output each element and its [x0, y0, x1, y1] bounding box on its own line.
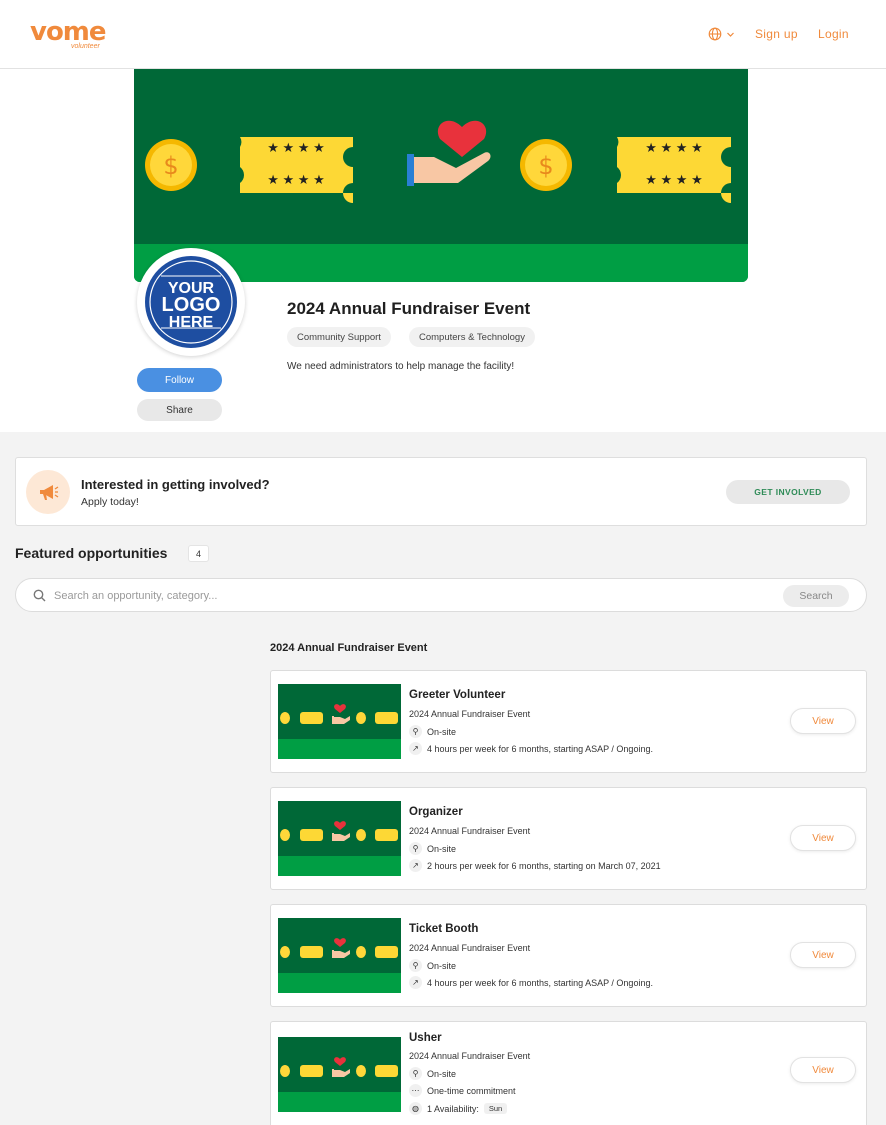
view-button[interactable]: View	[790, 825, 856, 851]
schedule-text: 4 hours per week for 6 months, starting …	[427, 743, 653, 754]
opportunity-thumbnail	[278, 684, 401, 759]
ticket-icon: ★ ★ ★ ★ ★ ★ ★ ★	[240, 137, 353, 203]
share-button[interactable]: Share	[137, 399, 222, 421]
svg-text:★ ★ ★ ★: ★ ★ ★ ★	[645, 172, 702, 187]
opportunity-title[interactable]: Usher	[409, 1032, 442, 1044]
location-pin-icon: ⚲	[409, 1067, 422, 1080]
top-navbar: vome volunteer Sign up Login	[0, 0, 886, 69]
location-text: On-site	[427, 843, 457, 854]
view-button[interactable]: View	[790, 942, 856, 968]
opportunity-title[interactable]: Ticket Booth	[409, 923, 478, 935]
cta-subtitle: Apply today!	[81, 496, 139, 508]
opportunity-count-badge: 4	[188, 545, 209, 562]
event-title: 2024 Annual Fundraiser Event	[287, 299, 531, 318]
coin-icon: $	[520, 139, 572, 191]
trend-icon: ↗	[409, 742, 422, 755]
location-text: On-site	[427, 726, 457, 737]
opportunity-org: 2024 Annual Fundraiser Event	[409, 1051, 531, 1061]
logo-line: HERE	[169, 314, 214, 331]
schedule-text: 4 hours per week for 6 months, starting …	[427, 977, 653, 988]
logo-placeholder-image: YOUR LOGO HERE	[145, 256, 237, 348]
trend-icon: ↗	[409, 976, 422, 989]
trend-icon: ↗	[409, 859, 422, 872]
logo-line: LOGO	[162, 294, 221, 316]
opportunity-title[interactable]: Greeter Volunteer	[409, 689, 505, 701]
follow-button[interactable]: Follow	[137, 368, 222, 392]
view-button[interactable]: View	[790, 1057, 856, 1083]
svg-text:★ ★ ★ ★: ★ ★ ★ ★	[267, 172, 324, 187]
opportunity-thumbnail	[278, 801, 401, 876]
logo-subtext: volunteer	[71, 43, 100, 50]
language-selector[interactable]	[708, 27, 735, 41]
svg-text:$: $	[163, 152, 178, 180]
search-input[interactable]	[54, 586, 754, 606]
ticket-icon: ★ ★ ★ ★ ★ ★ ★ ★	[617, 137, 731, 203]
coin-icon: $	[145, 139, 197, 191]
opportunity-card[interactable]: Organizer 2024 Annual Fundraiser Event ⚲…	[270, 787, 867, 890]
opportunity-org: 2024 Annual Fundraiser Event	[409, 709, 531, 719]
banner-illustration: $ ★ ★ ★ ★ ★ ★ ★ ★ $ ★ ★ ★ ★ ★ ★ ★ ★	[145, 120, 731, 203]
category-tag[interactable]: Computers & Technology	[409, 327, 535, 347]
opportunity-thumbnail	[278, 918, 401, 993]
location-pin-icon: ⚲	[409, 842, 422, 855]
opportunity-card[interactable]: Ticket Booth 2024 Annual Fundraiser Even…	[270, 904, 867, 1007]
location-row: ⚲ On-site	[409, 959, 456, 972]
event-profile-section: $ ★ ★ ★ ★ ★ ★ ★ ★ $ ★ ★ ★ ★ ★ ★ ★ ★ YOUR…	[0, 69, 886, 432]
calendar-globe-icon: ◍	[409, 1102, 422, 1115]
opportunity-org: 2024 Annual Fundraiser Event	[409, 826, 531, 836]
svg-text:★ ★ ★ ★: ★ ★ ★ ★	[267, 140, 324, 155]
opportunity-search-bar: Search	[15, 578, 867, 612]
megaphone-icon	[26, 470, 70, 514]
get-involved-button[interactable]: GET INVOLVED	[726, 480, 850, 504]
svg-text:$: $	[538, 152, 553, 180]
signup-link[interactable]: Sign up	[755, 27, 798, 41]
schedule-row: ↗ 2 hours per week for 6 months, startin…	[409, 859, 661, 872]
get-involved-banner: Interested in getting involved? Apply to…	[15, 457, 867, 526]
location-row: ⚲ On-site	[409, 725, 456, 738]
availability-day-chip: Sun	[483, 1103, 508, 1114]
organization-avatar: YOUR LOGO HERE	[137, 248, 245, 356]
view-button[interactable]: View	[790, 708, 856, 734]
opportunity-card[interactable]: Greeter Volunteer 2024 Annual Fundraiser…	[270, 670, 867, 773]
opportunity-card[interactable]: Usher 2024 Annual Fundraiser Event ⚲ On-…	[270, 1021, 867, 1125]
globe-icon	[708, 27, 722, 41]
featured-opportunities-heading: Featured opportunities	[15, 545, 168, 561]
schedule-row: ↗ 4 hours per week for 6 months, startin…	[409, 742, 653, 755]
more-icon: ⋯	[409, 1084, 422, 1097]
location-row: ⚲ On-site	[409, 842, 456, 855]
login-link[interactable]: Login	[818, 27, 849, 41]
search-button[interactable]: Search	[783, 585, 849, 607]
cta-title: Interested in getting involved?	[81, 477, 270, 492]
commitment-row: ⋯ One-time commitment	[409, 1084, 516, 1097]
opportunity-group-title: 2024 Annual Fundraiser Event	[270, 642, 428, 654]
availability-text: 1 Availability:	[427, 1103, 479, 1114]
location-text: On-site	[427, 1068, 457, 1079]
category-tag[interactable]: Community Support	[287, 327, 391, 347]
commitment-text: One-time commitment	[427, 1085, 516, 1096]
search-icon	[33, 589, 46, 602]
vome-logo[interactable]: vome volunteer	[30, 16, 110, 52]
location-pin-icon: ⚲	[409, 725, 422, 738]
opportunity-org: 2024 Annual Fundraiser Event	[409, 943, 531, 953]
schedule-text: 2 hours per week for 6 months, starting …	[427, 860, 661, 871]
heart-hand-icon	[407, 120, 491, 186]
opportunity-thumbnail	[278, 1037, 401, 1112]
location-pin-icon: ⚲	[409, 959, 422, 972]
svg-text:★ ★ ★ ★: ★ ★ ★ ★	[645, 140, 702, 155]
schedule-row: ↗ 4 hours per week for 6 months, startin…	[409, 976, 653, 989]
location-text: On-site	[427, 960, 457, 971]
event-description: We need administrators to help manage th…	[287, 361, 515, 372]
location-row: ⚲ On-site	[409, 1067, 456, 1080]
chevron-down-icon	[727, 32, 734, 37]
opportunity-title[interactable]: Organizer	[409, 806, 463, 818]
availability-row: ◍ 1 Availability: Sun	[409, 1102, 508, 1115]
